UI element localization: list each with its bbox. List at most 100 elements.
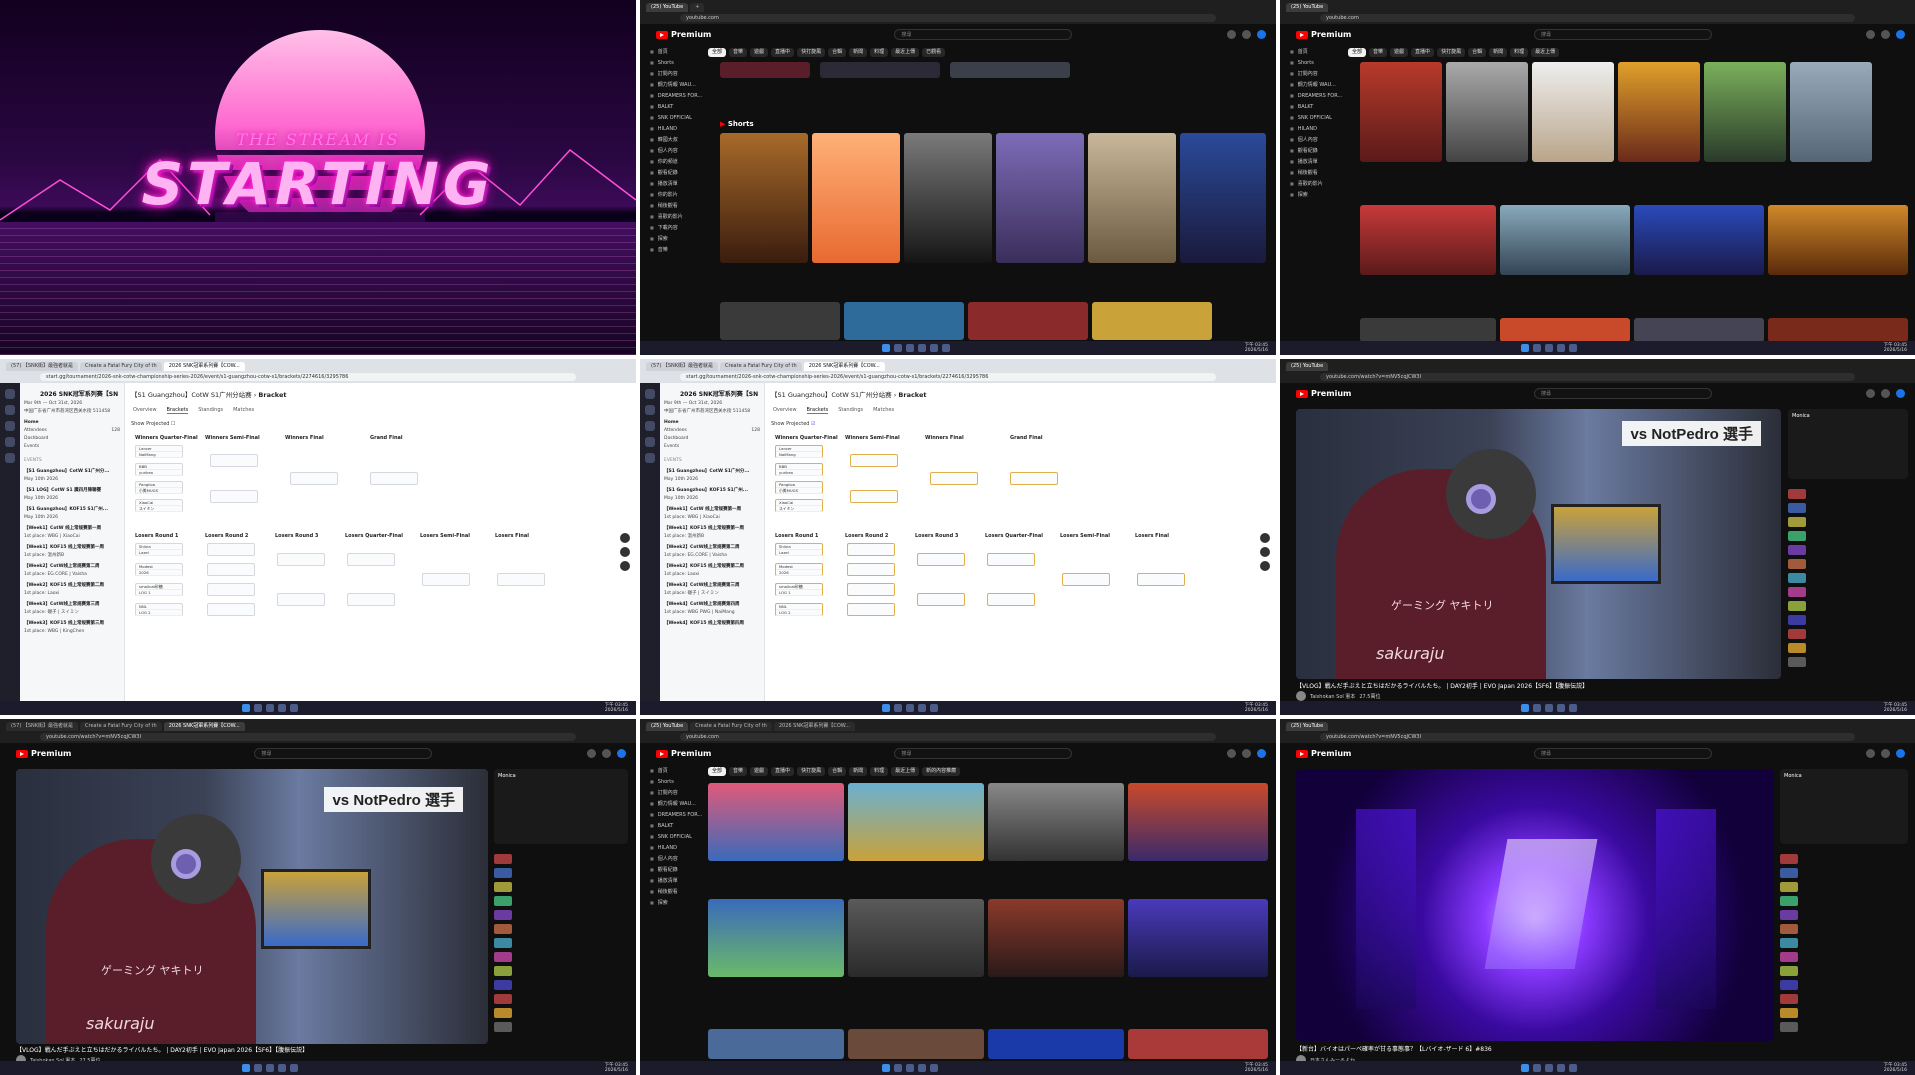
bracket-match[interactable] [1062, 573, 1110, 586]
video-thumbnail[interactable] [848, 1029, 984, 1059]
sidebar-item-subscriptions[interactable]: 訂閱內容 [1280, 68, 1342, 79]
youtube-logo[interactable]: Premium [1296, 749, 1351, 758]
app-icon[interactable] [905, 704, 914, 712]
video-thumbnail[interactable] [968, 302, 1088, 340]
video-thumbnail[interactable] [1704, 62, 1786, 162]
sidebar-channel[interactable]: HILAND [640, 842, 702, 853]
sidebar-channel[interactable]: BALKT [640, 101, 702, 112]
chip[interactable]: 新聞 [1489, 48, 1508, 57]
start-icon[interactable] [1521, 344, 1530, 352]
create-icon[interactable] [1227, 30, 1236, 39]
chip[interactable]: 最近上傳 [891, 48, 920, 57]
rec-thumbnail[interactable] [1788, 531, 1806, 541]
browser-tab[interactable]: 2026 SNK冠軍系列賽【COW... [773, 722, 855, 731]
bracket-match[interactable]: Lancer NaiMang [775, 445, 823, 458]
chip-all[interactable]: 全部 [708, 48, 727, 57]
rec-thumbnail[interactable] [494, 1022, 512, 1032]
bracket-match[interactable] [207, 563, 255, 576]
sidebar-channel[interactable]: HILAND [1280, 123, 1342, 134]
address-bar[interactable]: start.gg/tournament/2026-snk-cotw-champi… [680, 373, 1216, 381]
app-icon[interactable] [893, 704, 902, 712]
rec-thumbnail[interactable] [1788, 643, 1806, 653]
browser-tab[interactable]: (25) YouTube [1286, 362, 1329, 371]
startgg-logo-icon[interactable] [5, 389, 15, 399]
sidebar-item-liked[interactable]: 喜歡的影片 [640, 211, 702, 222]
tab-matches[interactable]: Matches [873, 407, 894, 414]
rec-thumbnail[interactable] [494, 994, 512, 1004]
app-icon[interactable] [1533, 704, 1542, 712]
browser-tab[interactable]: Create a Fatal Fury City of th [80, 722, 162, 731]
chip[interactable]: 新聞 [849, 48, 868, 57]
app-icon[interactable] [289, 1064, 298, 1072]
chip[interactable]: 遊戲 [750, 767, 769, 776]
chip[interactable]: 遊戲 [750, 48, 769, 57]
start-icon[interactable] [1521, 704, 1530, 712]
sidebar-item-history[interactable]: 觀看紀錄 [640, 167, 702, 178]
user-icon[interactable] [5, 453, 15, 463]
bell-icon[interactable] [5, 437, 15, 447]
chip[interactable]: 新的內容推薦 [922, 767, 961, 776]
address-bar[interactable]: youtube.com/watch?v=mNV5cqJCW3I [1320, 733, 1855, 741]
gear-icon[interactable] [620, 547, 630, 557]
rec-thumbnail[interactable] [1788, 545, 1806, 555]
app-icon[interactable] [253, 1064, 262, 1072]
bracket-match[interactable] [277, 593, 325, 606]
video-thumbnail[interactable] [1360, 62, 1442, 162]
chip[interactable]: 合輯 [828, 48, 847, 57]
event-link[interactable]: 【Week1】CotW 线上常规赛第一周 [20, 525, 124, 533]
bracket-match[interactable] [210, 454, 258, 467]
video-player[interactable]: ゲーミング ヤキトリ sakuraju vs NotPedro 選手 [16, 769, 488, 1044]
avatar[interactable] [1896, 749, 1905, 758]
chip[interactable]: 遊戲 [1390, 48, 1409, 57]
sidebar-channel[interactable]: 鋼力情報 WAU... [1280, 79, 1342, 90]
rec-thumbnail[interactable] [1788, 601, 1806, 611]
sidebar-item-playlists[interactable]: 播放清單 [1280, 156, 1342, 167]
sidebar-item-subscriptions[interactable]: 訂閱內容 [640, 787, 702, 798]
video-thumbnail[interactable] [1618, 62, 1700, 162]
event-link[interactable]: 【S1 LOG】CotW S1 廣四月陳聯賽 [20, 487, 124, 495]
bracket-match[interactable]: smallcat砂糖 LOG 1 [135, 583, 183, 596]
sidebar-channel[interactable]: SNK OFFICIAL [640, 831, 702, 842]
event-link[interactable]: 【S1 Guangzhou】KOF15 S1广州... [660, 487, 764, 495]
sidebar-item-music[interactable]: 音樂 [640, 244, 702, 255]
video-thumbnail[interactable] [844, 302, 964, 340]
new-tab-button[interactable]: + [690, 3, 705, 12]
chip[interactable]: 直播中 [771, 767, 795, 776]
bracket-match[interactable] [207, 603, 255, 616]
video-thumbnail[interactable] [1768, 318, 1908, 342]
video-thumbnail[interactable] [708, 1029, 844, 1059]
gear-icon[interactable] [1260, 547, 1270, 557]
app-icon[interactable] [265, 1064, 274, 1072]
nav-dashboard[interactable]: Dashboard [660, 435, 764, 443]
video-thumbnail[interactable] [1500, 205, 1630, 275]
event-link[interactable]: 【Week3】KOF15 线上常规赛第三周 [20, 620, 124, 628]
rec-thumbnail[interactable] [494, 924, 512, 934]
event-link[interactable]: 【S1 Guangzhou】CotW S1广州分... [20, 468, 124, 476]
nav-dashboard[interactable]: Dashboard [20, 435, 124, 443]
rec-thumbnail[interactable] [1788, 503, 1806, 513]
bracket-match[interactable] [210, 490, 258, 503]
youtube-logo[interactable]: Premium [16, 749, 71, 758]
show-projected-toggle[interactable]: Show Projected ☑ [771, 421, 816, 427]
event-link[interactable]: 【Week2】KOF15 线上常规赛第二周 [660, 563, 764, 571]
rec-thumbnail[interactable] [494, 966, 512, 976]
app-icon[interactable] [253, 704, 262, 712]
sidebar-item-playlists[interactable]: 播放清單 [640, 875, 702, 886]
rec-thumbnail[interactable] [1780, 868, 1798, 878]
browser-tab[interactable]: (25) YouTube [646, 722, 689, 731]
chat-icon[interactable] [620, 561, 630, 571]
bell-icon[interactable] [1881, 749, 1890, 758]
search-input[interactable]: 搜尋 [1534, 29, 1712, 40]
app-icon[interactable] [265, 704, 274, 712]
chip[interactable]: 料理 [870, 767, 889, 776]
short-thumbnail[interactable] [904, 133, 992, 263]
rec-thumbnail[interactable] [494, 868, 512, 878]
event-link[interactable]: 【Week3】CotW线上常规赛第三周 [20, 601, 124, 609]
event-link[interactable]: 【Week2】CotW线上常规赛第二周 [20, 563, 124, 571]
browser-tab[interactable]: (25) YouTube [646, 3, 689, 12]
rec-thumbnail[interactable] [494, 854, 512, 864]
browser-tab[interactable]: 2026 SNK冠軍系列賽【COW... [163, 722, 245, 731]
rec-thumbnail[interactable] [1780, 896, 1798, 906]
chip[interactable]: 快打旋風 [1437, 48, 1466, 57]
bracket-match[interactable]: XiaoCai スイミン [775, 499, 823, 512]
